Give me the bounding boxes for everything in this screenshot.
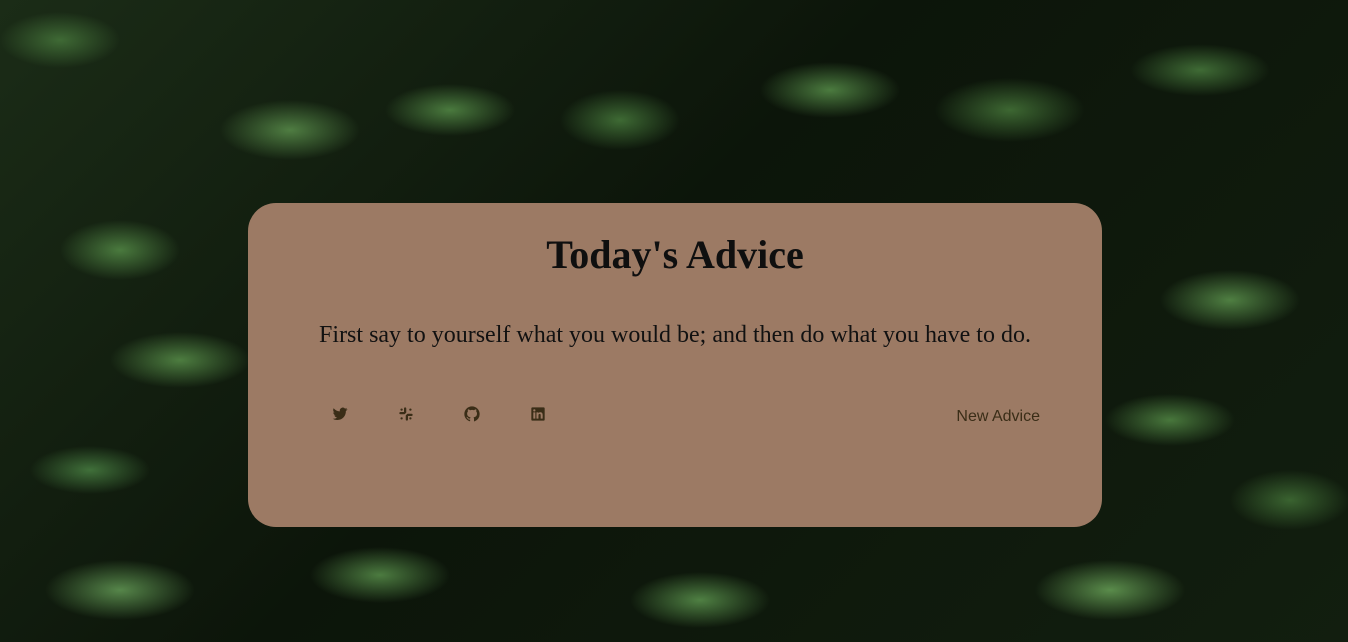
advice-text: First say to yourself what you would be;… [319,322,1031,348]
new-advice-button[interactable]: New Advice [956,407,1040,427]
social-links [332,406,546,422]
twitter-link[interactable] [332,406,348,422]
linkedin-link[interactable] [530,406,546,422]
linkedin-icon [531,407,545,421]
slack-icon [399,407,413,421]
advice-card: Today's Advice First say to yourself wha… [248,203,1102,527]
twitter-icon [332,407,348,421]
card-title: Today's Advice [546,232,804,277]
slack-link[interactable] [398,406,414,422]
github-link[interactable] [464,406,480,422]
github-icon [464,406,480,422]
